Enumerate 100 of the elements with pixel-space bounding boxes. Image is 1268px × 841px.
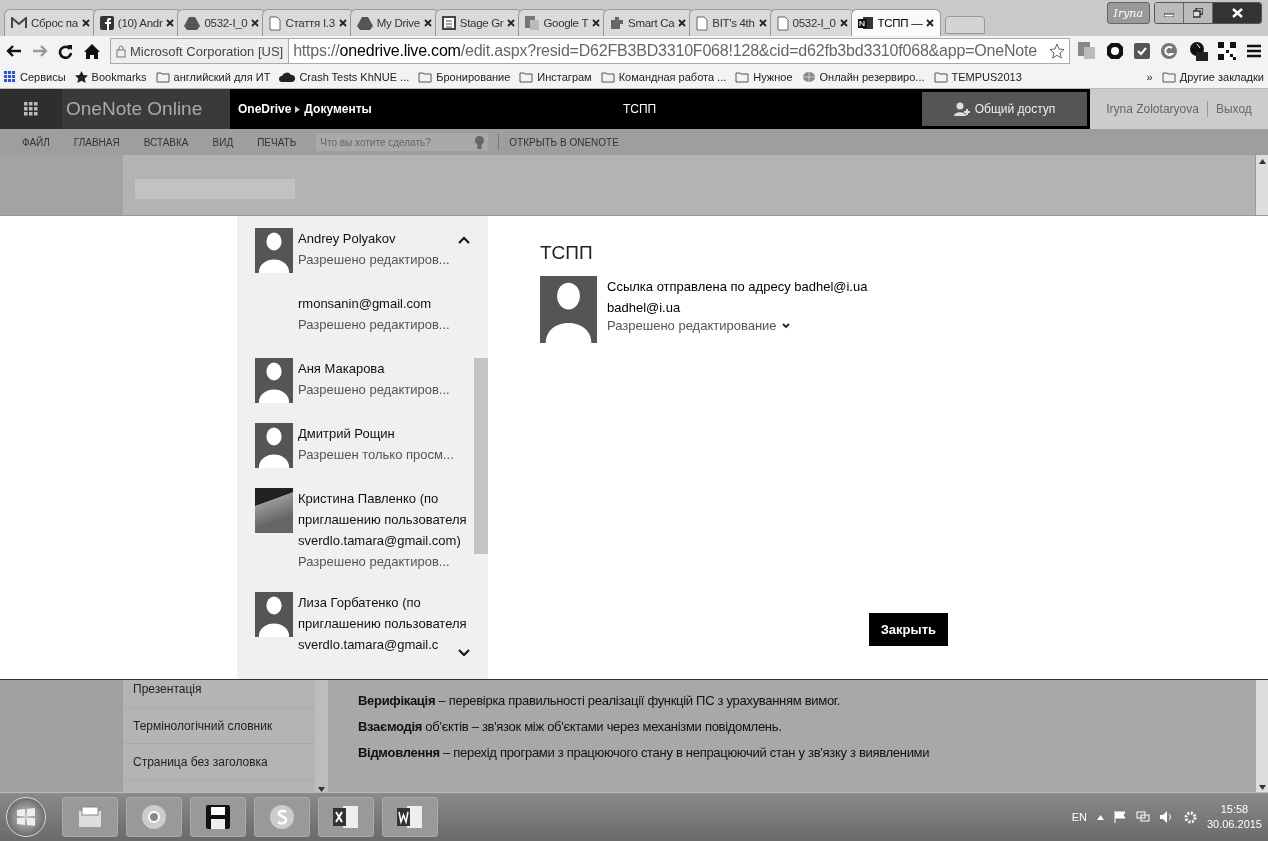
person-name[interactable]: Аня Макарова (298, 358, 468, 379)
ribbon-tab[interactable]: ВСТАВКА (143, 136, 189, 148)
search-field[interactable]: Что вы хотите сделать? (316, 133, 489, 151)
file-manager-icon (77, 805, 103, 829)
forward-arrow-icon (32, 44, 48, 58)
bookmark-item[interactable]: Онлайн резервиро... (801, 71, 925, 83)
close-icon[interactable] (166, 19, 175, 27)
skype-icon (270, 805, 294, 829)
sign-out-link[interactable]: Выход (1215, 102, 1252, 116)
bookmark-item[interactable]: TEMPUS2013 (933, 71, 1022, 83)
person-name[interactable]: Дмитрий Рощин (298, 423, 468, 444)
taskbar-app-button[interactable] (382, 797, 438, 837)
close-icon[interactable] (81, 19, 90, 27)
puzzle-icon (610, 16, 625, 30)
bookmark-item[interactable]: английский для ИТ (155, 71, 271, 83)
home-button[interactable] (84, 43, 102, 59)
breadcrumb-link[interactable]: Документы (304, 102, 372, 116)
person-name[interactable]: Andrey Polyakov (298, 228, 468, 249)
bookmark-item[interactable]: Инстаграм (519, 71, 592, 83)
person-name[interactable]: rmonsanin@gmail.com (298, 293, 468, 314)
bookmark-item[interactable]: Бронирование (418, 71, 511, 83)
bookmark-item[interactable]: Crash Tests KhNUE ... (279, 71, 410, 83)
person-name[interactable]: Лиза Горбатенко (по приглашению пользователя sverdlo.tamara@gmail.c (298, 592, 468, 655)
bookmark-star-icon[interactable] (1049, 43, 1065, 59)
bookmark-item[interactable]: Нужное (735, 71, 793, 83)
notebook-title: ТСПП (623, 102, 657, 116)
qr-code-icon[interactable] (1218, 42, 1236, 60)
show-hidden-icons-icon[interactable] (1096, 814, 1104, 820)
certificate-label: Microsoft Corporation [US] (130, 43, 284, 59)
close-icon[interactable] (758, 19, 767, 27)
clock-time[interactable]: 15:58 (1220, 802, 1249, 817)
start-button[interactable] (6, 797, 46, 837)
chrome-icon (141, 804, 167, 830)
document-app-icon (397, 805, 423, 829)
spreadsheet-icon (441, 16, 456, 30)
bookmark-item[interactable]: Командная работа ... (600, 71, 727, 83)
spreadsheet-app-icon (333, 805, 359, 829)
close-icon[interactable] (839, 19, 848, 27)
scrollbar-thumb[interactable] (474, 358, 488, 554)
ribbon-tab[interactable]: ПЕЧАТЬ (257, 136, 297, 148)
back-button[interactable] (6, 44, 24, 58)
bookmark-item[interactable]: Сервисы (4, 71, 66, 83)
app-launcher-button[interactable] (0, 89, 62, 129)
url-text: https://onedrive.live.com/edit.aspx?resid=D62FB3BD3310F068!128&cid=d62fb3bd3310f068&app=OneNote (293, 42, 1038, 60)
language-indicator[interactable]: EN (1071, 811, 1087, 823)
apps-grid-icon (4, 71, 16, 83)
onenote-icon (857, 16, 874, 30)
bookmark-item[interactable]: Bookmarks (74, 71, 147, 83)
close-button[interactable]: Закрыть (868, 613, 948, 646)
flag-icon[interactable] (1113, 811, 1126, 823)
breadcrumb-link[interactable]: OneDrive (238, 102, 292, 116)
translate-icon[interactable] (1078, 42, 1096, 60)
close-icon[interactable] (507, 19, 516, 27)
permission-label: Разрешено редактиров... (298, 251, 451, 269)
close-icon[interactable] (251, 19, 260, 27)
stop-hand-icon[interactable] (1106, 42, 1124, 60)
permission-label: Разрешен только просм... (298, 446, 455, 464)
permission-label: Разрешено редактиров... (298, 553, 451, 571)
close-icon[interactable] (592, 19, 601, 27)
mail-icon (11, 17, 27, 29)
ribbon-tab[interactable]: ФАЙЛ (22, 136, 50, 148)
folder-icon (418, 71, 433, 83)
gear-icon[interactable] (1183, 810, 1197, 824)
close-icon[interactable] (926, 19, 935, 27)
permission-dropdown[interactable]: Разрешено редактирование (607, 318, 868, 333)
restore-icon (1193, 8, 1203, 18)
close-icon[interactable] (678, 19, 687, 27)
document-icon (776, 15, 789, 31)
taskbar-app-button[interactable] (318, 797, 374, 837)
folder-icon (155, 71, 170, 83)
paragraph-text: Взаємодія об'єктів – зв'язок між об'єктами через механізми повідомлень. (358, 719, 783, 734)
photo-placeholder (255, 488, 293, 533)
network-icon[interactable] (1135, 811, 1150, 823)
scroll-up-icon[interactable] (1258, 159, 1266, 164)
open-in-app-button[interactable]: ОТКРЫТЬ В ONENOTE (509, 136, 619, 148)
ribbon-tab[interactable]: ВИД (212, 136, 234, 148)
paragraph-text: Відмовлення – перехід програми з працюючого стану в непрацюючий стан у зв'язку з виявленими (358, 745, 931, 760)
person-name[interactable]: Кристина Павленко (по приглашению пользователя sverdlo.tamara@gmail.com) (298, 488, 468, 551)
more-bookmarks-button[interactable]: » (1146, 71, 1153, 83)
share-button[interactable]: Общий доступ (922, 92, 1087, 126)
folder-icon (1161, 71, 1176, 83)
user-name[interactable]: Iryna Zolotaryova (1106, 102, 1199, 116)
close-button[interactable] (1213, 3, 1261, 23)
address-bar[interactable]: Microsoft Corporation [US] https://onedrive.live.com/edit.aspx?resid=D62FB3BD3310F068!128&cid=d62fb3bd3310f068&app=OneNote (110, 38, 1070, 64)
bookmark-item[interactable]: Другие закладки (1161, 71, 1264, 83)
clock-date[interactable]: 30.06.2015 (1206, 817, 1262, 832)
browser-tab[interactable]: ТСПП — (850, 9, 942, 36)
menu-icon[interactable] (1246, 44, 1262, 58)
checkbox-icon[interactable] (1134, 43, 1150, 59)
maximize-button[interactable] (1184, 3, 1213, 23)
forward-button[interactable] (32, 44, 50, 58)
ribbon-tab[interactable]: ГЛАВНАЯ (73, 136, 120, 148)
scroll-up-icon[interactable] (458, 236, 470, 244)
speaker-icon[interactable] (1159, 811, 1174, 823)
taskbar-app-button[interactable] (190, 797, 246, 837)
scroll-down-icon[interactable] (458, 649, 470, 657)
minimize-button[interactable] (1155, 3, 1184, 23)
scroll-down-icon[interactable] (1258, 785, 1266, 790)
close-icon[interactable] (338, 19, 347, 27)
close-icon[interactable] (423, 19, 432, 27)
